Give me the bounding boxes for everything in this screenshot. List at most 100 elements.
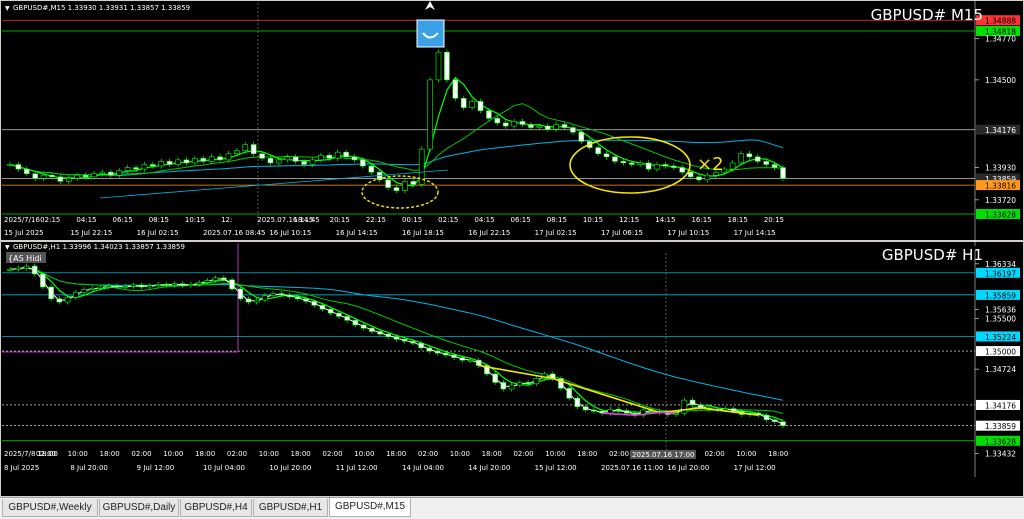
candle-body — [221, 277, 227, 281]
symbol-header: GBPUSD#,H1 1.33996 1.34023 1.33857 1.338… — [13, 243, 185, 251]
candle-body — [292, 156, 299, 162]
candle-body — [582, 406, 589, 411]
candle-body — [452, 79, 459, 99]
y-tick-label: 1.34770 — [985, 34, 1016, 43]
candle-body — [696, 176, 702, 181]
x-tick-label: 16 Jul 18:15 — [402, 229, 444, 237]
candle-body — [97, 286, 104, 289]
candle-body — [637, 162, 643, 165]
candle-body — [393, 336, 400, 340]
x-tick-label: 17 Jul 02:15 — [535, 229, 577, 237]
tab-m15[interactable]: GBPUSD#,M15 — [329, 498, 411, 517]
y-tick-label: 1.34724 — [985, 365, 1016, 374]
candle-body — [327, 308, 334, 314]
candle-body — [508, 384, 515, 390]
tab-h1[interactable]: GBPUSD#,H1 — [253, 499, 328, 517]
candle-body — [141, 164, 148, 170]
candle-body — [108, 171, 114, 176]
indicator-badge: {AS Hidi — [8, 254, 42, 263]
x-tick-label: 8 Jul 2025 — [4, 464, 39, 472]
x-tick-label: 10:00 — [545, 450, 565, 458]
candle-body — [780, 167, 786, 179]
candle-body — [418, 342, 424, 349]
candle-body — [24, 168, 30, 175]
candle-body — [544, 125, 551, 130]
candle-body — [459, 357, 466, 361]
x-tick-label: 10:00 — [354, 450, 374, 458]
candle-body — [443, 352, 449, 356]
candle-body — [278, 293, 285, 296]
candle-body — [138, 284, 145, 288]
x-tick-label: 02:00 — [131, 450, 151, 458]
x-tick-label: 9 Jul 12:00 — [137, 464, 175, 472]
candle-body — [525, 382, 531, 385]
y-tick-label: 1.33816 — [985, 182, 1016, 191]
candle-body — [124, 167, 131, 171]
candle-body — [48, 286, 54, 300]
candle-body — [486, 110, 492, 119]
candle-body — [360, 159, 366, 167]
candle-body — [234, 150, 240, 155]
candle-body — [738, 153, 744, 164]
candle-body — [730, 408, 737, 412]
x-tick-label: 12: — [221, 216, 232, 224]
x-tick-label: 17 Jul 10:15 — [667, 229, 709, 237]
chart-title: GBPUSD# M15 — [871, 6, 983, 24]
candle-body — [158, 161, 165, 167]
y-tick-label: 1.33859 — [985, 422, 1016, 431]
candle-body — [318, 154, 324, 161]
candle-body — [469, 101, 475, 108]
y-tick-label: 1.33930 — [985, 164, 1016, 173]
y-tick-label: 1.35636 — [985, 305, 1016, 314]
x-tick-label: 00:15 — [402, 216, 422, 224]
x-tick-label: 02:00 — [513, 450, 533, 458]
candle-body — [130, 284, 137, 287]
candle-body — [511, 121, 517, 127]
candle-body — [401, 339, 408, 342]
candle-body — [369, 327, 375, 332]
x-tick-label: 18:00 — [100, 450, 120, 458]
price-charts[interactable]: 1.348881.348181.347701.345001.341761.339… — [0, 0, 1024, 496]
candle-body — [603, 153, 610, 158]
x-tick-label: 10:00 — [68, 450, 88, 458]
tab-h4[interactable]: GBPUSD#,H4 — [180, 499, 252, 517]
candle-body — [393, 187, 400, 191]
candle-body — [687, 171, 694, 178]
tab-weekly[interactable]: GBPUSD#,Weekly — [2, 499, 98, 517]
candle-body — [72, 291, 79, 298]
y-tick-label: 1.34176 — [985, 126, 1016, 135]
candle-body — [82, 174, 89, 178]
candle-body — [267, 158, 274, 164]
y-tick-label: 1.34888 — [985, 17, 1016, 26]
candle-body — [368, 165, 375, 173]
x-tick-label: 11 Jul 12:00 — [336, 464, 378, 472]
chevron-down-icon: ▼ — [5, 5, 10, 12]
candle-body — [615, 408, 622, 411]
trading-terminal: 1.34888 1.34818 1.34770 1.34500 1.34176 1.339… — [0, 0, 1024, 519]
x-tick-label: 08:15 — [547, 216, 567, 224]
candle-body — [116, 170, 123, 176]
x-tick-label: 18:15 — [728, 216, 748, 224]
candle-body — [502, 122, 509, 127]
y-tick-label: 1.33432 — [985, 450, 1016, 459]
candle-body — [681, 399, 688, 414]
candle-body — [763, 161, 769, 165]
candle-body — [81, 289, 87, 293]
candle-body — [262, 295, 268, 301]
tab-daily[interactable]: GBPUSD#,Daily — [99, 499, 179, 517]
candle-body — [155, 284, 161, 286]
x-tick-label: 10:00 — [259, 450, 279, 458]
candle-body — [729, 162, 736, 170]
candle-body — [166, 161, 173, 165]
x-tick-label: 18:00 — [291, 450, 311, 458]
candle-body — [612, 156, 618, 162]
y-tick-label: 1.35000 — [985, 348, 1016, 357]
candle-body — [670, 165, 677, 168]
candle-body — [528, 124, 534, 128]
candle-body — [7, 164, 13, 166]
x-tick-label: 18:15 — [293, 216, 313, 224]
x-tick-label: 17 Jul 06:15 — [601, 229, 643, 237]
x-tick-label: 16 Jul 20:00 — [667, 464, 709, 472]
x-tick-label: 10:15 — [583, 216, 603, 224]
x-tick-label: 06:15 — [113, 216, 133, 224]
